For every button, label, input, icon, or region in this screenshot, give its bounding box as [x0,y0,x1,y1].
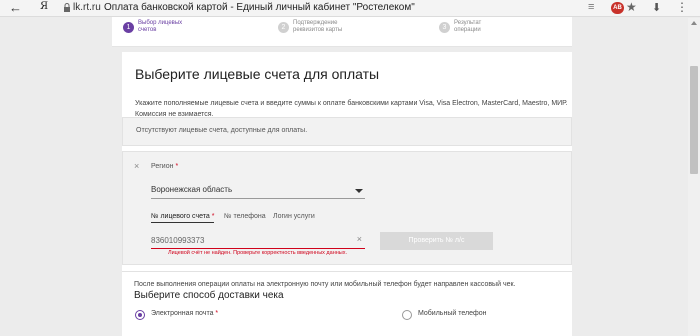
address-domain[interactable]: lk.rt.ru [73,2,101,13]
payment-steps: 1 Выбор лицевых счетов 2 Подтверждение р… [112,17,572,47]
extension-badge-icon[interactable]: AB [611,2,624,14]
step-number: 3 [439,22,450,33]
no-accounts-notice: Отсутствуют лицевые счета, доступные для… [122,117,572,146]
account-error-message: Лицевой счёт не найден. Проверьте коррек… [168,250,348,256]
account-number-input[interactable]: 836010993373 × [151,233,365,249]
step-label: Выбор лицевых счетов [138,20,183,33]
browser-page-title[interactable]: Оплата банковской картой - Единый личный… [104,2,415,13]
step-number: 1 [123,22,134,33]
option-label-text: Электронная почта [151,310,214,317]
receipt-delivery-section: После выполнения операции оплаты на элек… [122,271,572,336]
bookmark-star-icon[interactable]: ★ [626,0,637,14]
download-icon[interactable]: ⬇ [652,1,661,14]
region-value: Воронежская область [151,185,233,194]
radio-email[interactable] [135,310,145,320]
notice-text: Отсутствуют лицевые счета, доступные для… [136,127,308,134]
more-menu-icon[interactable]: ⋮ [676,0,688,14]
scrollbar-thumb[interactable] [690,66,698,174]
yandex-logo-icon[interactable]: Я [40,1,48,12]
page-scrollbar[interactable] [688,18,700,336]
scroll-up-arrow-icon[interactable] [691,21,697,25]
back-arrow-icon[interactable]: ← [9,0,22,15]
receipt-note: После выполнения операции оплаты на элек… [134,281,516,288]
region-select[interactable]: Воронежская область [151,183,365,199]
browser-toolbar: ← Я lk.rt.ru Оплата банковской картой - … [0,0,700,17]
step-number: 2 [278,22,289,33]
step-label: Подтверждение реквизитов карты [293,20,343,33]
tab-phone-number[interactable]: № телефона [224,213,266,220]
required-mark: * [215,310,219,317]
caret-down-icon [355,189,363,193]
step-label: Результат операции [454,20,482,33]
account-number-value: 836010993373 [151,236,205,245]
region-label: Регион * [151,163,178,170]
payment-card: Выберите лицевые счета для оплаты Укажит… [122,52,572,336]
account-form: × Регион * Воронежская область № лицевог… [122,151,572,265]
clear-icon[interactable]: × [357,234,362,244]
required-mark: * [211,213,215,220]
radio-phone[interactable] [402,310,412,320]
phone-option-label[interactable]: Мобильный телефон [418,310,487,317]
lock-icon [64,3,70,12]
close-icon[interactable]: × [134,161,139,171]
region-label-text: Регион [151,163,174,170]
tab-label: № лицевого счета [151,213,210,220]
delivery-heading: Выберите способ доставки чека [134,290,284,301]
required-mark: * [175,163,179,170]
tab-account-number[interactable]: № лицевого счета * [151,213,215,223]
reader-menu-icon[interactable]: ≡ [588,1,594,13]
email-option-label[interactable]: Электронная почта * [151,310,218,317]
tab-service-login[interactable]: Логин услуги [273,213,315,220]
page-title: Выберите лицевые счета для оплаты [135,66,380,82]
check-account-button[interactable]: Проверить № л/с [380,232,493,250]
